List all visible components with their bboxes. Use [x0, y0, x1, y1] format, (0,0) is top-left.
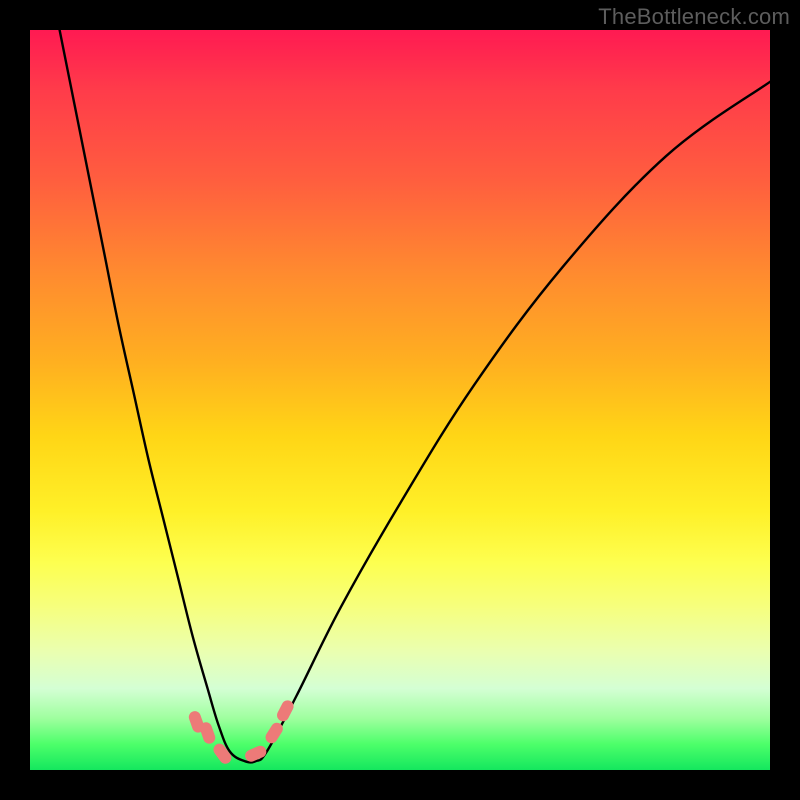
plot-area: [30, 30, 770, 770]
bottleneck-curve: [60, 30, 770, 762]
marker-layer: [187, 698, 295, 766]
watermark-text: TheBottleneck.com: [598, 4, 790, 30]
chart-frame: TheBottleneck.com: [0, 0, 800, 800]
curve-layer: [30, 30, 770, 770]
